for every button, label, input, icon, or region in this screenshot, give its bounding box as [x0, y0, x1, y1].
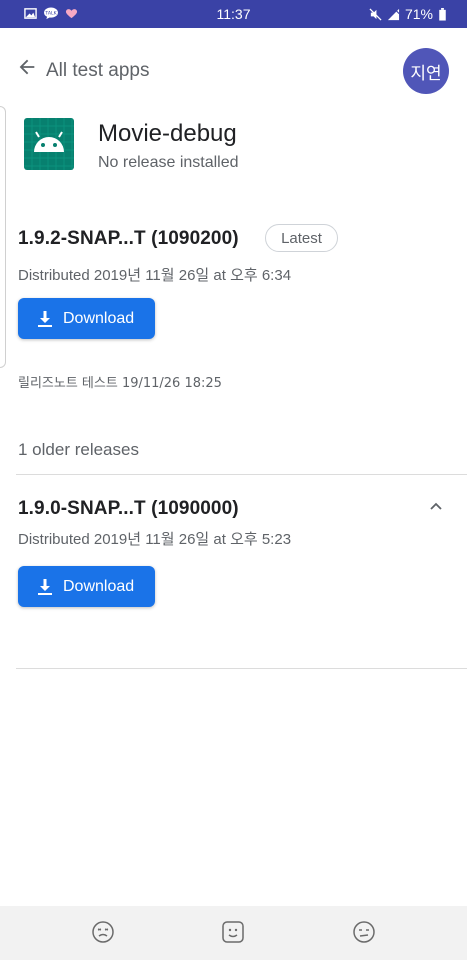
- battery-percent: 71%: [404, 6, 433, 22]
- status-right: 71%: [369, 6, 447, 22]
- android-icon: [24, 118, 74, 170]
- battery-icon: [439, 7, 446, 21]
- emoji-dizzy-icon[interactable]: [91, 920, 115, 944]
- back-arrow-icon[interactable]: [16, 56, 38, 78]
- latest-badge: Latest: [265, 224, 338, 252]
- download-icon: [38, 310, 52, 327]
- older-releases-header: 1 older releases: [18, 440, 139, 459]
- drawer-edge-handle[interactable]: [0, 106, 6, 368]
- older-release-version[interactable]: 1.9.0-SNAP...T (1090000): [18, 498, 239, 520]
- older-release-date: Distributed 2019년 11월 26일 at 오후 5:23: [18, 531, 292, 548]
- download-label: Download: [63, 577, 135, 595]
- bottom-nav: [0, 906, 467, 960]
- emoji-smile-icon[interactable]: [221, 920, 245, 944]
- latest-release-version: 1.9.2-SNAP...T (1090200): [18, 228, 239, 249]
- download-latest-button[interactable]: Download: [18, 298, 155, 339]
- install-status: No release installed: [98, 154, 239, 171]
- mute-icon: [369, 7, 382, 21]
- status-bar: TALK 11:37 71%: [0, 0, 467, 28]
- divider: [16, 668, 467, 669]
- chevron-up-icon[interactable]: [428, 498, 444, 514]
- app-bar: All test apps 지연: [0, 28, 467, 112]
- signal-icon: [387, 8, 400, 20]
- app-title: Movie-debug: [98, 120, 237, 147]
- emoji-frown-icon[interactable]: [352, 920, 376, 944]
- divider: [16, 474, 467, 475]
- download-icon: [38, 578, 52, 595]
- release-note: 릴리즈노트 테스트 19/11/26 18:25: [18, 376, 222, 391]
- back-link[interactable]: All test apps: [46, 60, 150, 82]
- download-label: Download: [63, 309, 135, 327]
- download-older-button[interactable]: Download: [18, 566, 155, 607]
- latest-release-date: Distributed 2019년 11월 26일 at 오후 6:34: [18, 267, 292, 284]
- avatar[interactable]: 지연: [403, 48, 449, 94]
